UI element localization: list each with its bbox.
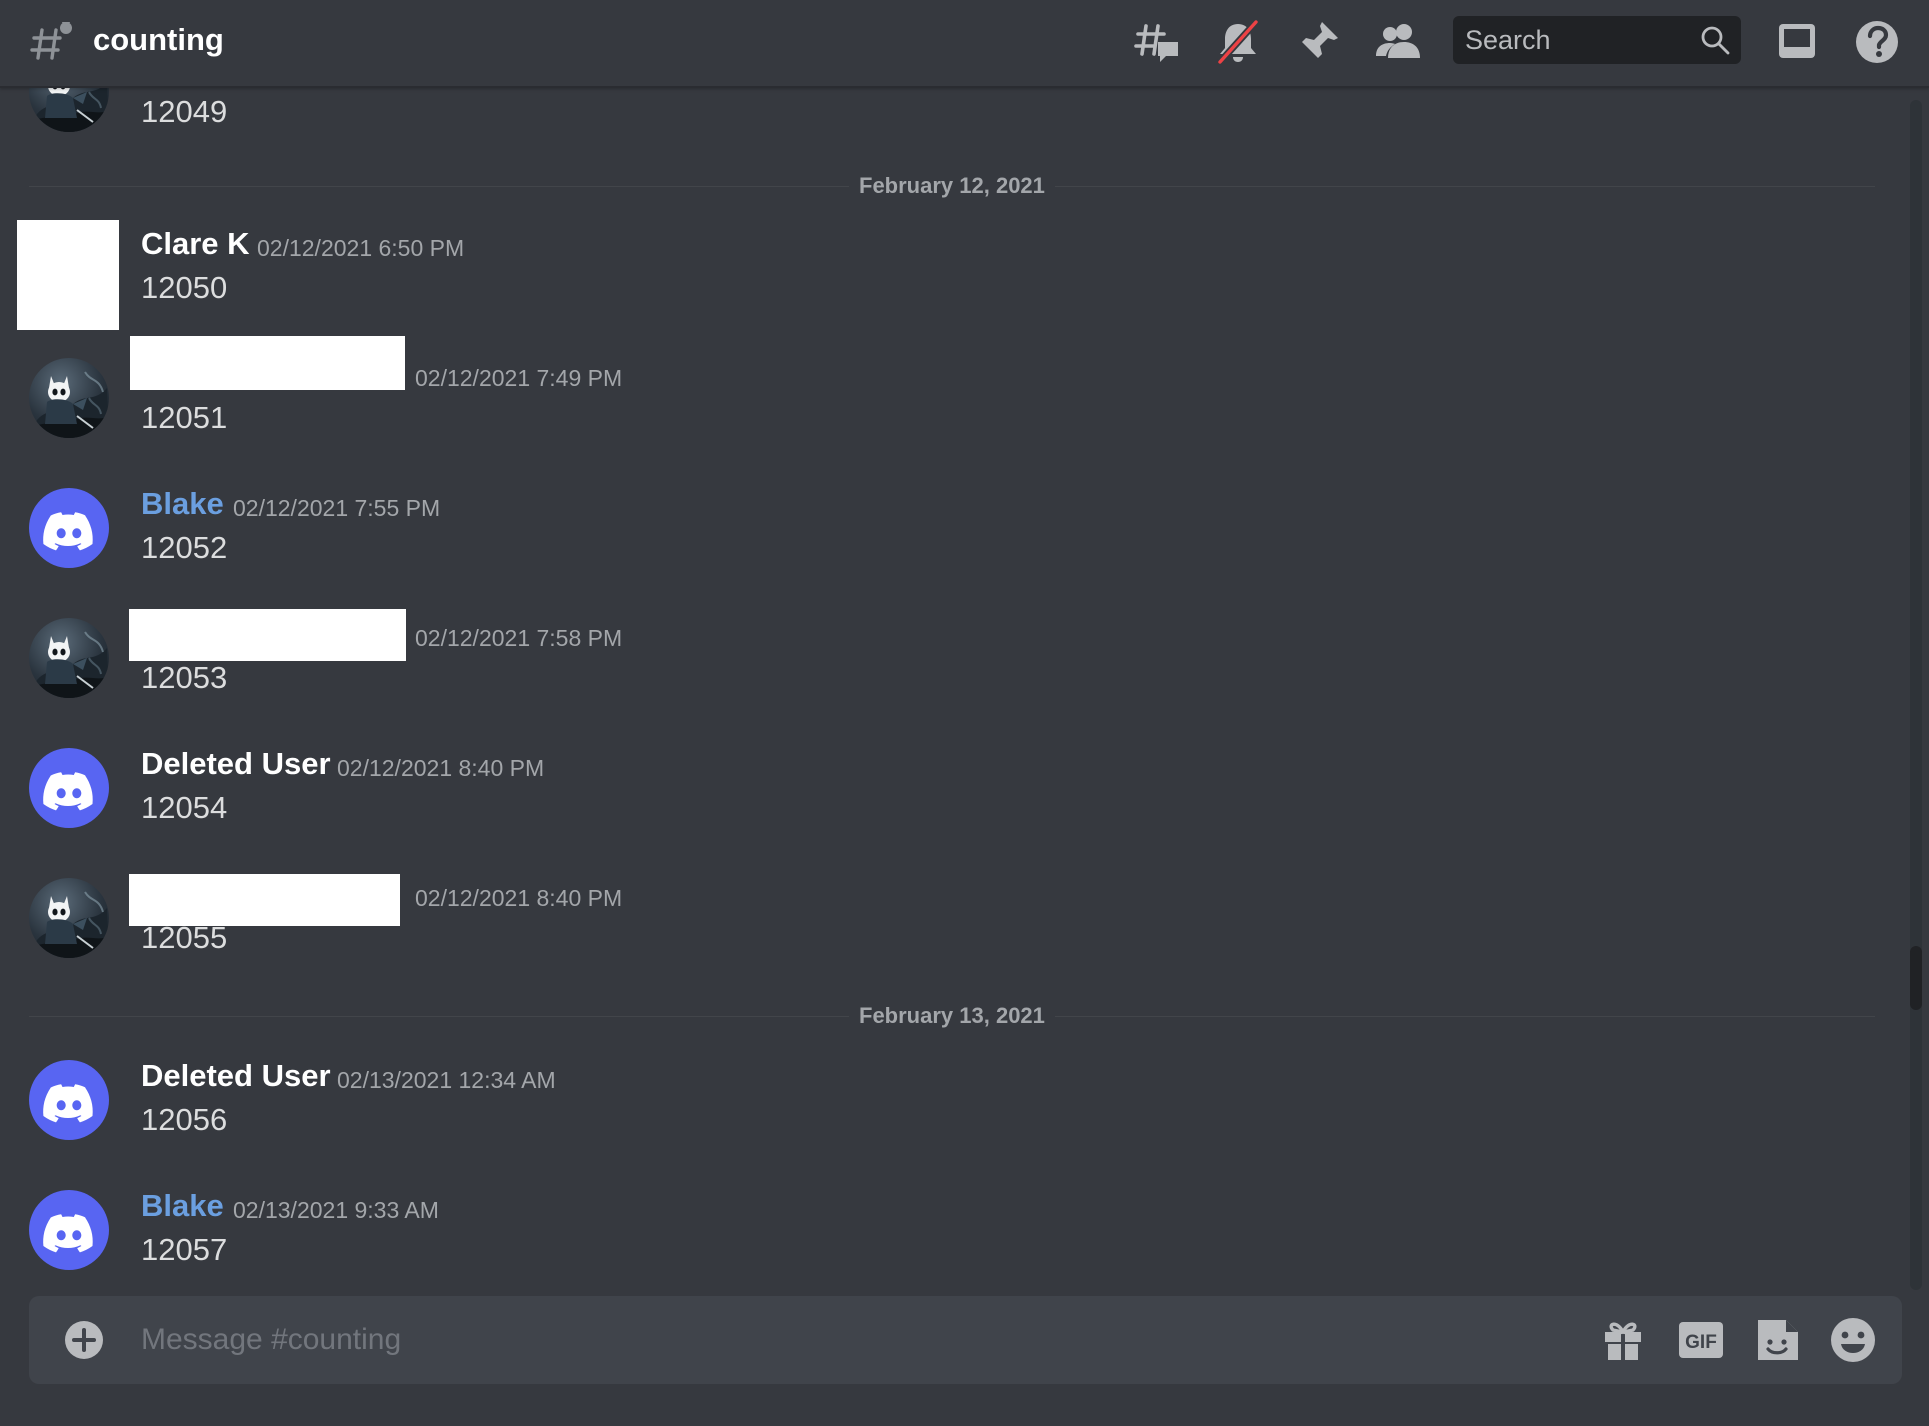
message-item: Deleted User 02/12/2021 8:40 PM 12054 xyxy=(0,746,1880,858)
message-content: 12052 xyxy=(141,530,228,565)
message-author[interactable]: Deleted User xyxy=(141,744,331,784)
user-avatar[interactable] xyxy=(29,488,109,568)
search-input[interactable]: Search xyxy=(1453,16,1741,64)
message-content: 12056 xyxy=(141,1102,228,1137)
user-avatar[interactable] xyxy=(17,220,119,330)
channel-header: counting Search xyxy=(0,0,1929,88)
user-avatar[interactable] xyxy=(29,88,109,132)
thread-channel-icon xyxy=(30,22,72,60)
user-avatar[interactable] xyxy=(29,1190,109,1270)
message-content: 12049 xyxy=(141,94,228,129)
message-item: 12049 xyxy=(0,88,1880,162)
discord-logo-icon xyxy=(29,1060,109,1140)
discord-logo-icon xyxy=(29,488,109,568)
avatar-image xyxy=(29,88,109,132)
gif-icon[interactable]: GIF xyxy=(1677,1316,1725,1364)
message-input[interactable]: Message #counting xyxy=(141,1318,1541,1362)
user-avatar[interactable] xyxy=(29,878,109,958)
message-author[interactable]: Blake xyxy=(141,1186,224,1226)
discord-app: counting Search 12049 February 12, 2021 … xyxy=(0,0,1929,1426)
avatar-image xyxy=(29,618,109,698)
message-content: 12054 xyxy=(141,790,228,825)
message-content: 12055 xyxy=(141,920,228,955)
message-item: 02/12/2021 7:49 PM 12051 xyxy=(0,336,1880,468)
message-item: Deleted User 02/13/2021 12:34 AM 12056 xyxy=(0,1058,1880,1170)
search-placeholder: Search xyxy=(1465,25,1551,55)
message-item: Blake 02/13/2021 9:33 AM 12057 xyxy=(0,1188,1880,1288)
search-icon xyxy=(1701,26,1730,55)
message-timestamp: 02/12/2021 8:40 PM xyxy=(415,885,623,911)
date-divider-label: February 12, 2021 xyxy=(849,172,1055,200)
gif-label: GIF xyxy=(1685,1332,1717,1353)
pin-icon[interactable] xyxy=(1294,18,1342,66)
user-avatar[interactable] xyxy=(29,618,109,698)
message-content: 12051 xyxy=(141,400,228,435)
discord-logo-icon xyxy=(29,1190,109,1270)
redacted-username xyxy=(130,336,405,390)
avatar-image xyxy=(29,878,109,958)
message-timestamp: 02/12/2021 7:49 PM xyxy=(415,365,623,391)
plus-circle-icon[interactable] xyxy=(64,1320,104,1360)
message-content: 12050 xyxy=(141,270,228,305)
threads-icon[interactable] xyxy=(1134,18,1182,66)
discord-logo-icon xyxy=(29,748,109,828)
scrollbar-track[interactable] xyxy=(1910,100,1922,1290)
emoji-icon[interactable] xyxy=(1829,1316,1877,1364)
message-author[interactable]: Clare K xyxy=(141,224,250,264)
message-timestamp: 02/12/2021 7:55 PM xyxy=(233,495,441,521)
message-author[interactable]: Blake xyxy=(141,484,224,524)
message-item: Blake 02/12/2021 7:55 PM 12052 xyxy=(0,486,1880,598)
message-timestamp: 02/12/2021 8:40 PM xyxy=(337,755,545,781)
help-icon[interactable] xyxy=(1853,18,1901,66)
message-item: Clare K 02/12/2021 6:50 PM 12050 xyxy=(0,220,1880,338)
message-list: 12049 February 12, 2021 Clare K 02/12/20… xyxy=(0,88,1929,1288)
redacted-username xyxy=(129,609,406,661)
scrollbar-thumb[interactable] xyxy=(1910,946,1922,1010)
user-avatar[interactable] xyxy=(29,1060,109,1140)
message-timestamp: 02/13/2021 9:33 AM xyxy=(233,1197,439,1223)
inbox-icon[interactable] xyxy=(1773,18,1821,66)
gif-icon-shape: GIF xyxy=(1679,1322,1723,1358)
message-timestamp: 02/12/2021 7:58 PM xyxy=(415,625,623,651)
message-item: 02/12/2021 8:40 PM 12055 xyxy=(0,874,1880,988)
date-divider-label: February 13, 2021 xyxy=(849,1002,1055,1030)
message-content: 12057 xyxy=(141,1232,228,1267)
user-avatar[interactable] xyxy=(29,748,109,828)
gift-icon[interactable] xyxy=(1599,1316,1647,1364)
avatar-image xyxy=(29,358,109,438)
message-timestamp: 02/13/2021 12:34 AM xyxy=(337,1067,556,1093)
members-icon[interactable] xyxy=(1374,18,1422,66)
user-avatar[interactable] xyxy=(29,358,109,438)
message-content: 12053 xyxy=(141,660,228,695)
message-timestamp: 02/12/2021 6:50 PM xyxy=(257,235,465,261)
message-author[interactable]: Deleted User xyxy=(141,1056,331,1096)
bell-muted-icon[interactable] xyxy=(1214,18,1262,66)
message-item: 02/12/2021 7:58 PM 12053 xyxy=(0,609,1880,728)
channel-title: counting xyxy=(93,22,224,57)
message-composer: Message #counting GIF xyxy=(29,1296,1902,1384)
sticker-icon[interactable] xyxy=(1754,1316,1802,1364)
